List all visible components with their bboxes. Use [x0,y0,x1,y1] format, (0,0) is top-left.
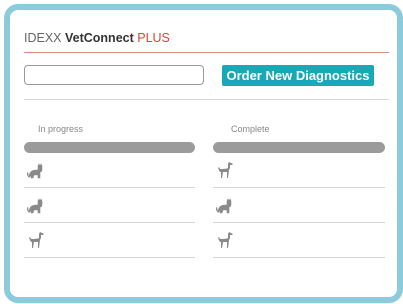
brand-idexx: IDEXX [24,31,65,45]
list-item[interactable] [213,188,385,223]
toolbar: Order New Diagnostics [24,63,389,97]
dog-icon [215,231,235,249]
cat-icon [26,196,46,214]
column-title-complete: Complete [231,124,270,134]
column-complete: Complete [213,122,385,258]
list-item[interactable] [213,153,385,188]
list-item[interactable] [213,223,385,258]
brand-plus: PLUS [133,31,170,45]
header-divider [24,52,389,53]
order-new-diagnostics-button[interactable]: Order New Diagnostics [222,65,374,86]
dog-icon [26,231,46,249]
loading-bar [24,142,195,153]
app-frame: IDEXX VetConnect PLUS Order New Diagnost… [4,4,403,303]
column-title-in-progress: In progress [38,124,84,134]
list-item[interactable] [24,153,195,188]
loading-bar [213,142,385,153]
cat-icon [26,161,46,179]
list-item[interactable] [24,188,195,223]
column-in-progress: In progress [24,122,195,258]
app-content: IDEXX VetConnect PLUS Order New Diagnost… [24,30,389,272]
brand-logo: IDEXX VetConnect PLUS [24,30,389,50]
brand-vetconnect: VetConnect [65,31,134,45]
search-input[interactable] [24,65,204,85]
results-columns: In progress Complete [24,122,389,272]
toolbar-divider [24,99,389,100]
dog-icon [215,161,235,179]
list-item[interactable] [24,223,195,258]
cat-icon [215,196,235,214]
